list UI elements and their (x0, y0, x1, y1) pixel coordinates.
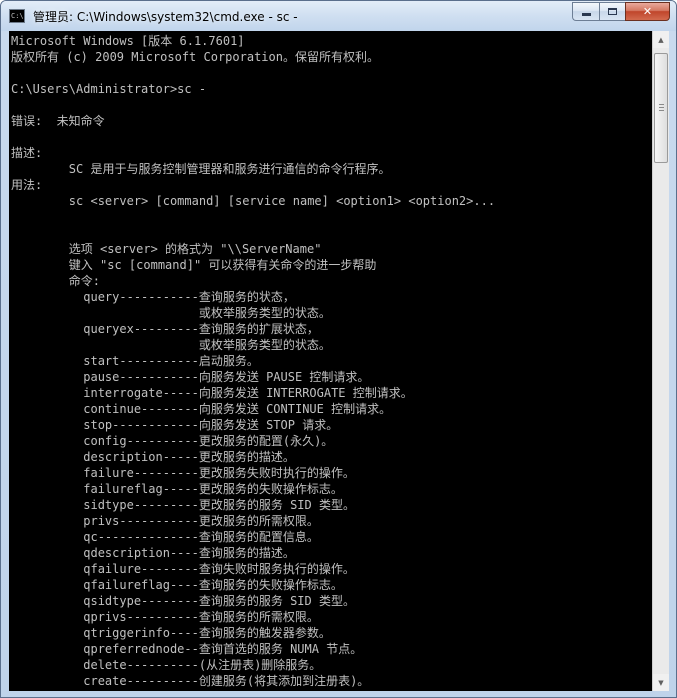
console-line: 或枚举服务类型的状态。 (11, 306, 331, 320)
close-button[interactable]: ✕ (625, 2, 670, 21)
console-line: 选项 <server> 的格式为 "\\ServerName" (11, 242, 322, 256)
console-line: query-----------查询服务的状态， (11, 290, 295, 304)
console-line: sc <server> [command] [service name] <op… (11, 194, 496, 208)
cmd-window: C:\ 管理员: C:\Windows\system32\cmd.exe - s… (0, 0, 677, 698)
console-line: qtriggerinfo----查询服务的触发器参数。 (11, 626, 331, 640)
console-line: start-----------启动服务。 (11, 354, 259, 368)
scroll-down-button[interactable]: ▼ (653, 674, 669, 691)
console-line: qdescription----查询服务的描述。 (11, 546, 295, 560)
console-output[interactable]: Microsoft Windows [版本 6.1.7601] 版权所有 (c) … (9, 31, 652, 691)
console-line: qfailure--------查询失败时服务执行的操作。 (11, 562, 355, 576)
console-line: description-----更改服务的描述。 (11, 450, 295, 464)
scroll-up-arrow-icon: ▲ (658, 35, 664, 44)
console-line: config----------更改服务的配置(永久)。 (11, 434, 334, 448)
console-line: qprivs----------查询服务的所需权限。 (11, 610, 319, 624)
minimize-icon (581, 13, 591, 16)
console-line: delete----------(从注册表)删除服务。 (11, 658, 322, 672)
console-line: continue--------向服务发送 CONTINUE 控制请求。 (11, 402, 392, 416)
console-line: 错误: 未知命令 (11, 114, 105, 128)
minimize-button[interactable] (572, 2, 599, 21)
console-line: qfailureflag----查询服务的失败操作标志。 (11, 578, 343, 592)
console-line: SC 是用于与服务控制管理器和服务进行通信的命令行程序。 (11, 162, 391, 176)
console-line: 键入 "sc [command]" 可以获得有关命令的进一步帮助 (11, 258, 377, 272)
console-line: 命令: (11, 274, 101, 288)
grip-line (659, 110, 664, 111)
console-line: privs-----------更改服务的所需权限。 (11, 514, 319, 528)
console-line: failure---------更改服务失败时执行的操作。 (11, 466, 355, 480)
console-line: queryex---------查询服务的扩展状态， (11, 322, 319, 336)
maximize-icon (608, 8, 617, 15)
console-line: 版权所有 (c) 2009 Microsoft Corporation。保留所有… (11, 50, 379, 64)
window-controls: ✕ (572, 2, 670, 21)
maximize-button[interactable] (599, 2, 625, 21)
console-line: Microsoft Windows [版本 6.1.7601] (11, 34, 245, 48)
console-app-icon[interactable]: C:\ (9, 9, 25, 23)
console-line: qc--------------查询服务的配置信息。 (11, 530, 319, 544)
scroll-up-button[interactable]: ▲ (653, 31, 669, 48)
console-line: create----------创建服务(将其添加到注册表)。 (11, 674, 370, 688)
console-line: qsidtype--------查询服务的服务 SID 类型。 (11, 594, 355, 608)
close-icon: ✕ (642, 5, 653, 18)
console-line: 用法: (11, 178, 43, 192)
console-line: 或枚举服务类型的状态。 (11, 338, 331, 352)
vertical-scrollbar[interactable]: ▲ ▼ (652, 31, 669, 691)
console-line: failureflag-----更改服务的失败操作标志。 (11, 482, 343, 496)
console-line: C:\Users\Administrator>sc - (11, 82, 207, 96)
console-line: 描述: (11, 146, 43, 160)
title-bar[interactable]: C:\ 管理员: C:\Windows\system32\cmd.exe - s… (1, 1, 676, 31)
scroll-thumb[interactable] (654, 53, 668, 163)
console-line: pause-----------向服务发送 PAUSE 控制请求。 (11, 370, 370, 384)
console-line: stop------------向服务发送 STOP 请求。 (11, 418, 339, 432)
window-title: 管理员: C:\Windows\system32\cmd.exe - sc - (33, 10, 298, 24)
console-line: sidtype---------更改服务的服务 SID 类型。 (11, 498, 355, 512)
console-line: interrogate-----向服务发送 INTERROGATE 控制请求。 (11, 386, 413, 400)
grip-line (659, 107, 664, 108)
grip-line (659, 104, 664, 105)
scroll-down-arrow-icon: ▼ (658, 678, 664, 687)
console-line: qpreferrednode--查询首选的服务 NUMA 节点。 (11, 642, 363, 656)
